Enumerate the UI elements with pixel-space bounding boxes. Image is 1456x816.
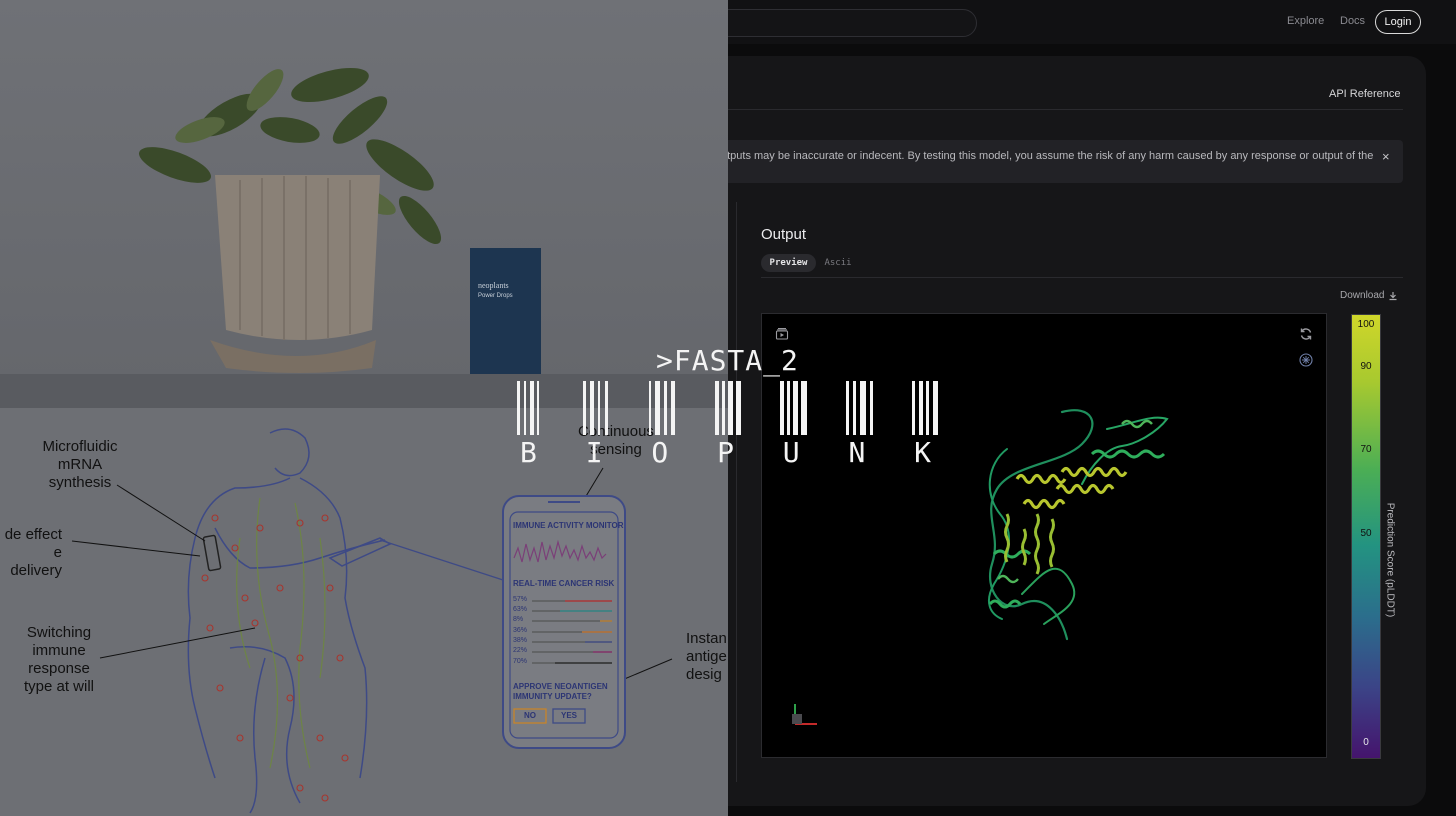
phone-monitor-title: IMMUNE ACTIVITY MONITOR	[513, 521, 624, 530]
column-divider	[736, 202, 737, 782]
divider	[761, 277, 1403, 278]
download-label: Download	[1340, 290, 1385, 301]
logo-fasta-text: >FASTA_2	[656, 344, 799, 377]
download-button[interactable]: Download	[1340, 290, 1398, 301]
logo-letter: K	[914, 436, 931, 469]
product-name: Power Drops	[478, 293, 513, 299]
download-icon	[1389, 291, 1397, 300]
risk-value: 36%	[513, 627, 528, 634]
logo-letter: I	[585, 436, 603, 469]
structure-viewer[interactable]	[761, 313, 1327, 758]
login-button[interactable]: Login	[1375, 10, 1421, 34]
callout-microfluidic: Microfluidic mRNA synthesis	[42, 438, 118, 491]
nav-docs-link[interactable]: Docs	[1340, 15, 1365, 27]
tab-ascii[interactable]: Ascii	[818, 254, 858, 272]
colorbar-tick-90: 90	[1360, 361, 1372, 372]
risk-value: 70%	[513, 658, 528, 665]
product-brand: neoplants	[478, 281, 509, 290]
plant-illustration	[139, 67, 541, 376]
logo-letter: N	[848, 436, 866, 469]
colorbar-tick-100: 100	[1357, 319, 1375, 330]
nav-explore-link[interactable]: Explore	[1287, 15, 1324, 27]
colorbar-tick-0: 0	[1363, 737, 1369, 748]
logo-biopunk: B I O P U N K	[520, 436, 980, 469]
risk-value: 57%	[513, 596, 528, 603]
close-icon[interactable]: ×	[1382, 149, 1390, 164]
phone-yes-button: YES	[560, 711, 577, 720]
colorbar-tick-70: 70	[1360, 444, 1372, 455]
risk-value: 63%	[513, 606, 528, 613]
tab-preview[interactable]: Preview	[761, 254, 816, 272]
logo-letter: B	[520, 436, 537, 469]
risk-value: 38%	[513, 637, 528, 644]
plant-photo: neoplants Power Drops	[0, 0, 728, 380]
barcode-icon	[517, 381, 938, 435]
api-reference-link[interactable]: API Reference	[1329, 88, 1401, 100]
screen: Explore Docs Login API Reference utputs …	[0, 0, 1456, 816]
colorbar-tick-50: 50	[1360, 528, 1372, 539]
phone-risk-title: REAL-TIME CANCER RISK	[513, 579, 615, 588]
colorbar-axis-label: Prediction Score (pLDDT)	[1384, 502, 1396, 618]
callout-instant: Instan antige desig	[686, 630, 727, 683]
warning-text: utputs may be inaccurate or indecent. By…	[721, 150, 1374, 162]
phone-question: APPROVE NEOANTIGEN IMMUNITY UPDATE?	[513, 682, 608, 701]
callout-switching: Switching immune response type at will	[23, 624, 95, 695]
callout-side-effect: de effect e delivery	[4, 526, 62, 579]
risk-value: 22%	[513, 647, 528, 654]
phone-no-button: NO	[524, 711, 536, 720]
logo-letter: O	[651, 436, 669, 469]
risk-value: 8%	[513, 616, 524, 623]
output-title: Output	[761, 226, 807, 243]
logo-letter: U	[782, 436, 800, 469]
divider	[640, 109, 1403, 110]
logo-letter: P	[717, 436, 734, 469]
